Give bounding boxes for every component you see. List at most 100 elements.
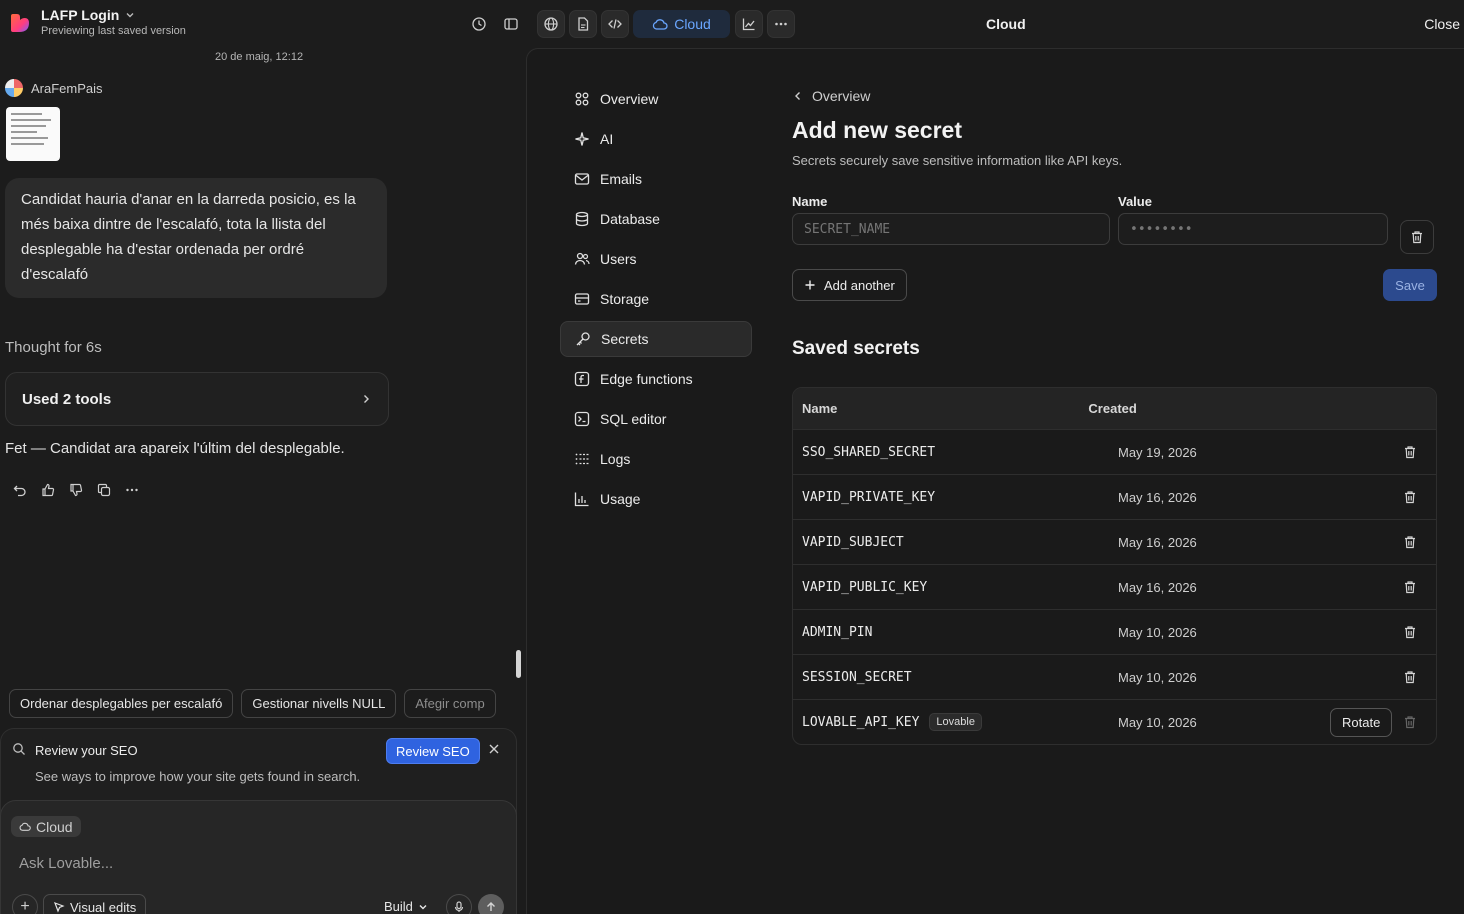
- cloud-context-tag[interactable]: Cloud: [11, 816, 81, 837]
- chat-input[interactable]: Ask Lovable...: [19, 855, 113, 872]
- delete-secret-button-disabled: [1403, 715, 1417, 729]
- delete-secret-button[interactable]: [1403, 625, 1417, 639]
- secret-created: May 16, 2026: [1118, 534, 1197, 550]
- delete-secret-button[interactable]: [1403, 535, 1417, 549]
- undo-icon: [13, 485, 26, 497]
- secret-name: VAPID_SUBJECT: [802, 534, 904, 550]
- terminal-icon: [574, 411, 590, 427]
- sidebar-item-database[interactable]: Database: [560, 201, 752, 237]
- sidebar-icon: [504, 18, 518, 30]
- trash-icon: [1405, 581, 1415, 594]
- column-header-name: Name: [802, 401, 838, 416]
- more-actions-button[interactable]: [121, 479, 143, 501]
- trash-icon: [1405, 671, 1415, 684]
- secret-created: May 10, 2026: [1118, 624, 1197, 640]
- chevron-right-icon: [364, 395, 369, 403]
- secrets-table: Name Created SSO_SHARED_SECRET May 19, 2…: [792, 387, 1437, 745]
- mode-selector[interactable]: Build: [384, 899, 428, 914]
- visual-edits-label: Visual edits: [70, 899, 137, 914]
- plus-icon: [805, 280, 815, 290]
- rotate-button[interactable]: Rotate: [1330, 707, 1393, 737]
- lovable-logo-icon[interactable]: [9, 14, 29, 32]
- visual-edits-button[interactable]: Visual edits: [43, 894, 147, 914]
- secret-name-input[interactable]: [792, 213, 1110, 245]
- sidebar-item-overview[interactable]: Overview: [560, 81, 752, 117]
- add-another-button[interactable]: Add another: [792, 269, 907, 301]
- tools-used-card[interactable]: Used 2 tools: [5, 372, 389, 426]
- sidebar-item-secrets[interactable]: Secrets: [560, 321, 752, 357]
- sidebar-item-ai[interactable]: AI: [560, 121, 752, 157]
- sidebar-item-emails[interactable]: Emails: [560, 161, 752, 197]
- function-icon: [574, 371, 590, 387]
- thought-duration[interactable]: Thought for 6s: [5, 339, 102, 356]
- code-button[interactable]: [601, 10, 629, 38]
- secret-name: SSO_SHARED_SECRET: [802, 444, 936, 460]
- top-bar: LAFP Login Previewing last saved version…: [0, 0, 1464, 48]
- delete-secret-button[interactable]: [1403, 580, 1417, 594]
- document-icon: [578, 17, 589, 31]
- more-horizontal-icon: [775, 22, 787, 26]
- attach-button[interactable]: +: [12, 894, 38, 914]
- chat-panel: 20 de maig, 12:12 AraFemPais Candidat ha…: [0, 48, 526, 914]
- table-row: VAPID_SUBJECT May 16, 2026: [793, 519, 1436, 564]
- close-button[interactable]: Close: [1424, 16, 1460, 32]
- send-button[interactable]: [478, 894, 504, 914]
- preview-button[interactable]: [537, 10, 565, 38]
- secret-name: LOVABLE_API_KEY: [802, 714, 920, 730]
- table-row: VAPID_PUBLIC_KEY May 16, 2026: [793, 564, 1436, 609]
- suggestion-chip[interactable]: Gestionar nivells NULL: [241, 689, 397, 718]
- analytics-button[interactable]: [735, 10, 763, 38]
- copy-button[interactable]: [93, 479, 115, 501]
- mode-label: Build: [384, 899, 413, 914]
- cloud-sidebar: Overview AI Emails Database Users Storag…: [560, 81, 752, 521]
- more-options-button[interactable]: [767, 10, 795, 38]
- save-button[interactable]: Save: [1383, 269, 1437, 301]
- table-row: SESSION_SECRET May 10, 2026: [793, 654, 1436, 699]
- sidebar-item-usage[interactable]: Usage: [560, 481, 752, 517]
- sidebar-item-label: SQL editor: [600, 411, 667, 427]
- sidebar-item-users[interactable]: Users: [560, 241, 752, 277]
- globe-icon: [544, 17, 558, 31]
- history-button[interactable]: [465, 10, 493, 38]
- sidebar-item-edge-functions[interactable]: Edge functions: [560, 361, 752, 397]
- secret-name-cell: LOVABLE_API_KEY Lovable: [802, 713, 982, 731]
- avatar: [5, 79, 23, 97]
- chat-composer: Cloud Ask Lovable... + Visual edits Buil…: [0, 800, 517, 914]
- secret-value-input[interactable]: [1118, 213, 1388, 245]
- project-name-dropdown[interactable]: LAFP Login: [41, 7, 135, 23]
- delete-secret-button[interactable]: [1403, 490, 1417, 504]
- docs-button[interactable]: [569, 10, 597, 38]
- storage-icon: [574, 293, 590, 305]
- assistant-message: Fet — Candidat ara apareix l'últim del d…: [5, 440, 345, 457]
- value-label: Value: [1118, 194, 1152, 209]
- breadcrumb[interactable]: Overview: [792, 87, 1437, 105]
- table-row: SSO_SHARED_SECRET May 19, 2026: [793, 429, 1436, 474]
- add-another-label: Add another: [824, 277, 895, 293]
- sidebar-item-storage[interactable]: Storage: [560, 281, 752, 317]
- remove-row-button[interactable]: [1400, 220, 1434, 254]
- review-seo-button[interactable]: Review SEO: [386, 738, 480, 764]
- attachment-thumbnail[interactable]: [6, 107, 60, 161]
- thumbs-up-button[interactable]: [37, 479, 59, 501]
- secret-name: ADMIN_PIN: [802, 624, 873, 640]
- undo-button[interactable]: [9, 479, 31, 501]
- cloud-tab-button[interactable]: Cloud: [633, 10, 730, 38]
- sidebar-item-logs[interactable]: Logs: [560, 441, 752, 477]
- close-icon[interactable]: [487, 742, 501, 756]
- chat-resize-handle[interactable]: [516, 650, 521, 678]
- sidebar-item-sql-editor[interactable]: SQL editor: [560, 401, 752, 437]
- suggestion-chip[interactable]: Afegir comp: [404, 689, 496, 718]
- delete-secret-button[interactable]: [1403, 670, 1417, 684]
- sidebar-toggle-button[interactable]: [497, 10, 525, 38]
- delete-secret-button[interactable]: [1403, 445, 1417, 459]
- secrets-content: Overview Add new secret Secrets securely…: [792, 87, 1437, 745]
- sidebar-item-label: Logs: [600, 451, 631, 467]
- breadcrumb-label: Overview: [812, 88, 871, 104]
- trash-icon: [1405, 716, 1415, 729]
- saved-secrets-title: Saved secrets: [792, 338, 920, 359]
- thumbs-down-button[interactable]: [65, 479, 87, 501]
- app-root: LAFP Login Previewing last saved version…: [0, 0, 1464, 914]
- microphone-button[interactable]: [446, 894, 472, 914]
- sidebar-item-label: Usage: [600, 491, 641, 507]
- suggestion-chip[interactable]: Ordenar desplegables per escalafó: [9, 689, 234, 718]
